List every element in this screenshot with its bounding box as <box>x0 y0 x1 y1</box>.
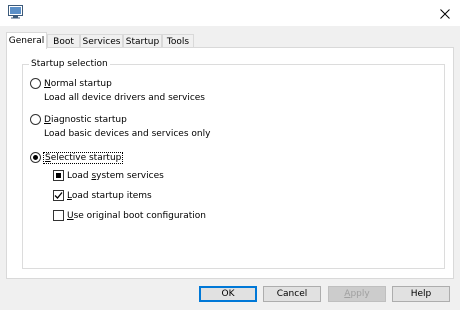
msconfig-app-icon <box>8 5 23 19</box>
diagnostic-startup-radio[interactable]: Diagnostic startup <box>30 113 127 126</box>
checkmark-icon <box>54 192 63 199</box>
startup-selection-label: Startup selection <box>29 59 110 70</box>
tab-strip: General Boot Services Startup Tools <box>6 32 454 49</box>
apply-button[interactable]: Apply <box>328 286 386 302</box>
tab-startup[interactable]: Startup <box>123 34 162 48</box>
close-button[interactable] <box>430 0 460 27</box>
tab-tools[interactable]: Tools <box>162 34 194 48</box>
startup-selection-group: Startup selection Normal startup Load al… <box>22 59 445 269</box>
checkbox-indicator[interactable] <box>53 210 64 221</box>
normal-startup-label: Normal startup <box>44 78 112 89</box>
load-system-services-label: Load system services <box>67 170 164 181</box>
cancel-button[interactable]: Cancel <box>263 286 321 302</box>
selective-startup-label: Selective startup <box>42 151 124 164</box>
title-bar <box>0 0 460 27</box>
radio-indicator[interactable] <box>30 114 41 125</box>
diagnostic-startup-description: Load basic devices and services only <box>44 129 211 139</box>
use-original-boot-config-label: Use original boot configuration <box>67 210 206 221</box>
checkbox-indicator[interactable] <box>53 190 64 201</box>
diagnostic-startup-label: Diagnostic startup <box>44 114 127 125</box>
normal-startup-radio[interactable]: Normal startup <box>30 77 112 90</box>
tab-services[interactable]: Services <box>80 34 123 48</box>
ok-button[interactable]: OK <box>199 286 257 302</box>
load-startup-items-label: Load startup items <box>67 190 152 201</box>
load-startup-items-checkbox[interactable]: Load startup items <box>53 189 152 202</box>
use-original-boot-config-checkbox[interactable]: Use original boot configuration <box>53 209 206 222</box>
apply-rest: pply <box>350 289 370 299</box>
tab-boot[interactable]: Boot <box>47 34 80 48</box>
help-button[interactable]: Help <box>392 286 450 302</box>
radio-indicator[interactable] <box>30 78 41 89</box>
tab-general[interactable]: General <box>6 32 47 49</box>
close-icon <box>440 8 450 19</box>
radio-indicator[interactable] <box>30 152 41 163</box>
selective-startup-radio[interactable]: Selective startup <box>30 151 124 164</box>
general-tab-panel: Startup selection Normal startup Load al… <box>6 47 454 279</box>
load-system-services-checkbox[interactable]: Load system services <box>53 169 164 182</box>
normal-startup-description: Load all device drivers and services <box>44 93 205 103</box>
checkbox-indicator[interactable] <box>53 170 64 181</box>
